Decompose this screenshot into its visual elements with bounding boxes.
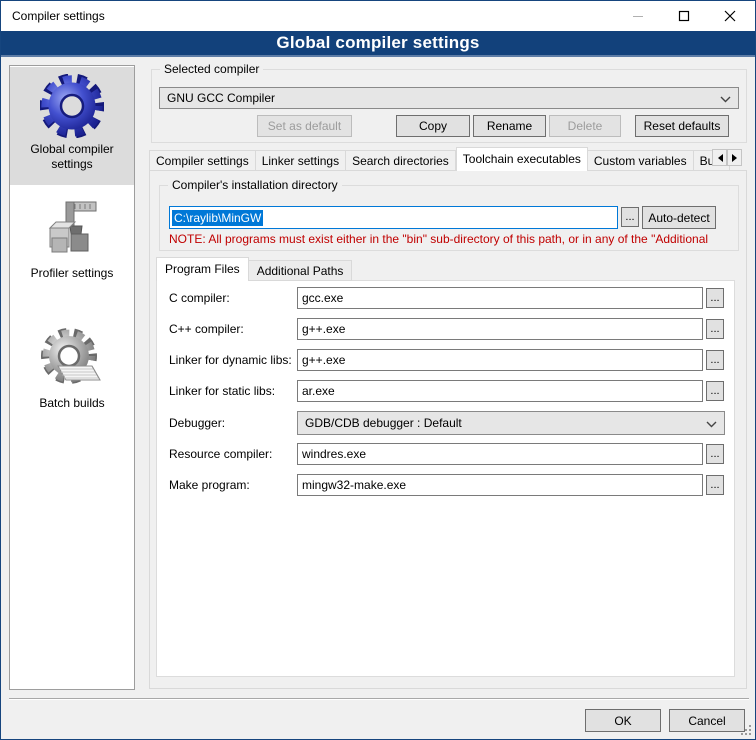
debugger-select[interactable]: GDB/CDB debugger : Default [297,411,725,435]
dialog-header: Global compiler settings [1,31,755,57]
set-as-default-button[interactable]: Set as default [257,115,352,137]
reset-defaults-button[interactable]: Reset defaults [635,115,729,137]
install-dir-note: NOTE: All programs must exist either in … [169,232,736,246]
compiler-select[interactable]: GNU GCC Compiler [159,87,739,109]
cpp-compiler-label: C++ compiler: [169,318,244,340]
compiler-settings-dialog: Compiler settings Global compiler settin… [0,0,756,740]
minimize-icon [632,10,644,22]
cancel-button[interactable]: Cancel [669,709,745,732]
make-program-input[interactable] [297,474,703,496]
arrow-right-icon [731,153,739,163]
tab-custom-variables[interactable]: Custom variables [588,150,694,171]
sub-tab-strip: Program Files Additional Paths [156,257,352,281]
tab-compiler-settings[interactable]: Compiler settings [149,150,256,171]
sidebar-label: Global compiler settings [10,142,134,172]
install-dir-browse-button[interactable]: ... [621,207,639,227]
resource-compiler-input[interactable] [297,443,703,465]
copy-button[interactable]: Copy [396,115,470,137]
tab-scroll-left-button[interactable] [712,149,727,166]
linker-static-label: Linker for static libs: [169,380,275,402]
linker-dynamic-input[interactable] [297,349,703,371]
tab-search-directories[interactable]: Search directories [346,150,456,171]
page-title: Global compiler settings [276,33,479,53]
tab-toolchain-executables[interactable]: Toolchain executables [456,147,588,171]
c-compiler-label: C compiler: [169,287,230,309]
install-dir-selected-text: C:\raylib\MinGW [172,210,263,226]
auto-detect-button[interactable]: Auto-detect [642,206,716,229]
sidebar-item-global-compiler-settings[interactable]: Global compiler settings [10,67,134,185]
subtab-program-files[interactable]: Program Files [156,257,249,281]
tab-linker-settings[interactable]: Linker settings [256,150,346,171]
title-bar[interactable]: Compiler settings [1,1,755,31]
linker-dynamic-browse-button[interactable]: ... [706,350,724,370]
arrow-left-icon [716,153,724,163]
chevron-down-icon [720,96,731,103]
make-program-label: Make program: [169,474,250,496]
rename-button[interactable]: Rename [473,115,546,137]
chevron-down-icon [706,421,717,428]
linker-static-input[interactable] [297,380,703,402]
resource-compiler-label: Resource compiler: [169,443,272,465]
minimize-button[interactable] [615,1,661,31]
subtab-additional-paths[interactable]: Additional Paths [249,260,353,281]
install-dir-input[interactable]: C:\raylib\MinGW [169,206,618,229]
debugger-label: Debugger: [169,412,225,434]
close-icon [724,10,736,22]
make-program-browse-button[interactable]: ... [706,475,724,495]
compiler-select-value: GNU GCC Compiler [167,91,275,105]
window-title: Compiler settings [12,9,105,23]
footer-separator [9,698,749,700]
linker-dynamic-label: Linker for dynamic libs: [169,349,292,371]
sidebar-label: Batch builds [10,396,134,411]
ok-button[interactable]: OK [585,709,661,732]
cpp-compiler-input[interactable] [297,318,703,340]
c-compiler-browse-button[interactable]: ... [706,288,724,308]
close-button[interactable] [707,1,753,31]
delete-button[interactable]: Delete [549,115,621,137]
maximize-icon [678,10,690,22]
linker-static-browse-button[interactable]: ... [706,381,724,401]
sidebar-item-profiler-settings[interactable]: Profiler settings [10,192,134,314]
selected-compiler-group-label: Selected compiler [160,62,263,76]
debugger-select-value: GDB/CDB debugger : Default [305,416,462,430]
settings-sidebar: Global compiler settings Profiler settin… [9,65,135,690]
gear-gray-stack-icon [40,328,104,392]
maximize-button[interactable] [661,1,707,31]
resize-grip[interactable] [740,724,752,736]
install-dir-group-label: Compiler's installation directory [168,178,342,192]
sidebar-label: Profiler settings [10,266,134,281]
caliper-icon [40,198,104,262]
gear-blue-icon [40,74,104,138]
cpp-compiler-browse-button[interactable]: ... [706,319,724,339]
resource-compiler-browse-button[interactable]: ... [706,444,724,464]
c-compiler-input[interactable] [297,287,703,309]
sidebar-item-batch-builds[interactable]: Batch builds [10,321,134,443]
tab-scroll-right-button[interactable] [727,149,742,166]
main-tab-strip: Compiler settings Linker settings Search… [149,147,730,171]
